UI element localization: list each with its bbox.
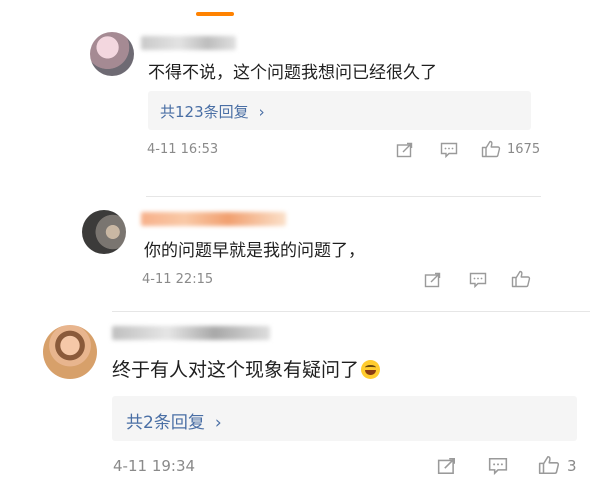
avatar[interactable] (82, 210, 126, 254)
comment-text: 你的问题早就是我的问题了， (144, 241, 365, 261)
comment-timestamp: 4-11 19:34 (113, 457, 195, 475)
comment-divider (112, 311, 590, 312)
comment-date: 4-11 (113, 457, 148, 475)
comment-time: 16:53 (180, 142, 219, 157)
chevron-right-icon: › (214, 413, 222, 433)
replies-label: 共123条回复 (160, 103, 249, 121)
replies-box[interactable]: 共2条回复 › (112, 396, 577, 441)
comment-icon[interactable] (488, 457, 508, 475)
replies-box[interactable]: 共123条回复 › (148, 91, 531, 130)
comment-text-body: 终于有人对这个现象有疑问了 (112, 359, 360, 381)
replies-link[interactable]: 共123条回复 › (160, 101, 265, 122)
username-blurred[interactable] (112, 326, 270, 340)
comment-time: 22:15 (175, 272, 214, 287)
avatar[interactable] (90, 32, 134, 76)
like-icon[interactable] (481, 140, 501, 158)
share-icon[interactable] (424, 272, 442, 288)
username-blurred[interactable] (141, 36, 236, 50)
comment-icon[interactable] (440, 142, 458, 158)
like-icon[interactable] (538, 455, 560, 475)
share-icon[interactable] (396, 142, 414, 158)
avatar[interactable] (43, 325, 97, 379)
username-blurred[interactable] (141, 212, 286, 226)
comment-time: 19:34 (151, 457, 196, 475)
replies-link[interactable]: 共2条回复 › (126, 408, 222, 433)
comment-timestamp: 4-11 16:53 (147, 142, 218, 157)
comment-divider (146, 196, 541, 197)
comment-timestamp: 4-11 22:15 (142, 272, 213, 287)
comment-text: 不得不说，这个问题我想问已经很久了 (148, 63, 437, 83)
comment-date: 4-11 (142, 272, 172, 287)
comment-text: 终于有人对这个现象有疑问了 (112, 355, 381, 382)
active-tab-indicator (196, 12, 234, 16)
like-count: 3 (567, 457, 577, 475)
comment-date: 4-11 (147, 142, 177, 157)
laughing-emoji-icon (361, 360, 381, 379)
comment-icon[interactable] (469, 272, 487, 288)
share-icon[interactable] (437, 457, 457, 475)
like-icon[interactable] (511, 270, 531, 288)
chevron-right-icon: › (258, 103, 265, 121)
replies-label: 共2条回复 (126, 413, 205, 433)
like-count: 1675 (507, 142, 541, 157)
